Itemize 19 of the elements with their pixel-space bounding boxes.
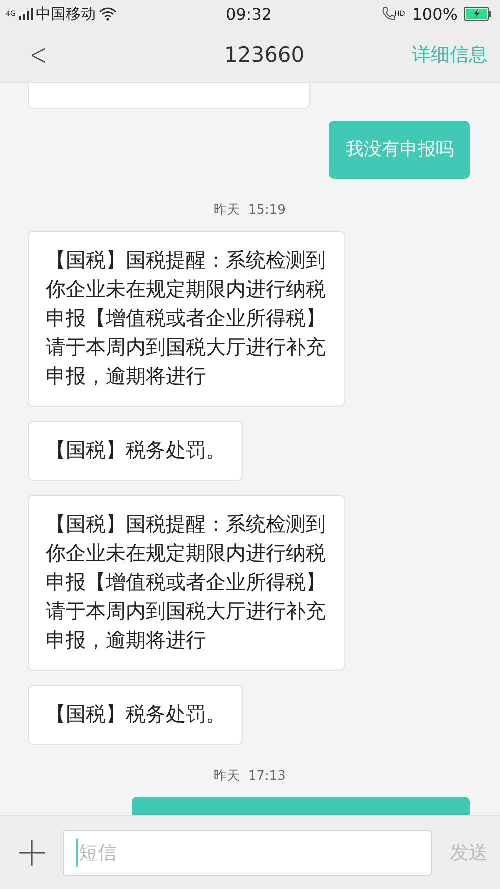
timestamp: 昨天 15:19 [213, 202, 287, 219]
status-time: 09:32 [226, 4, 272, 24]
contact-title: 123660 [224, 43, 305, 67]
phone-icon [382, 7, 395, 21]
message-input[interactable]: 短信 [63, 830, 432, 876]
timestamp: 昨天 17:13 [213, 768, 287, 785]
add-icon[interactable] [19, 840, 45, 866]
message-bubble: 【国税】国税提醒：系统检测到你企业未在规定期限内进行纳税申报【增值税或者企业所得税】请于本周内到国税大厅进行补充申报，逾期将进行 [28, 231, 345, 407]
message-bubble: 我没有申报吗 [329, 121, 470, 179]
wifi-icon [98, 7, 117, 21]
details-link[interactable]: 详细信息 [412, 42, 488, 68]
message-bubble: 【国税】税务处罚。 [28, 421, 243, 481]
back-button[interactable]: < [26, 38, 52, 72]
signal-icon [18, 8, 33, 20]
carrier-name: 中国移动 [36, 4, 96, 24]
message-bubble: 【国税】税务处罚。 [28, 685, 243, 745]
message-bubble: 【国税】国税提醒：系统检测到你企业未在规定期限内进行纳税申报【增值税或者企业所得税】请于本周内到国税大厅进行补充申报，逾期将进行 [28, 495, 345, 671]
battery-percent: 100% [412, 4, 458, 24]
battery-charging-icon [464, 7, 492, 21]
